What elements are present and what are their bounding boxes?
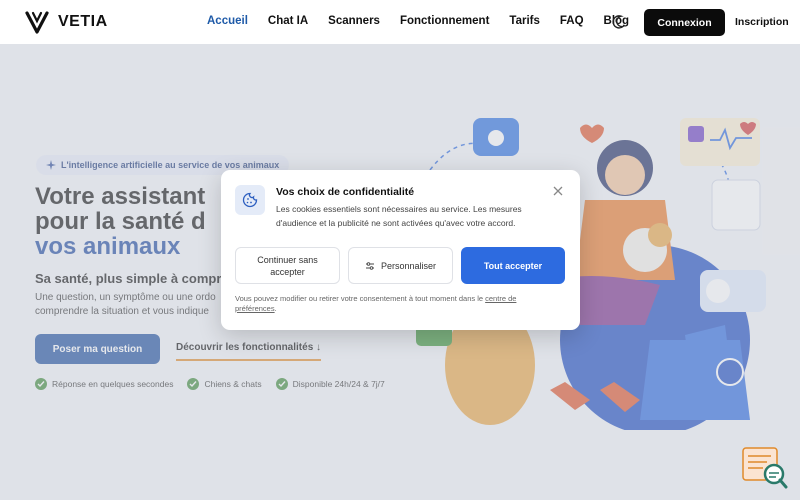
nav-fonctionnement[interactable]: Fonctionnement [400,15,489,27]
modal-text: Les cookies essentiels sont nécessaires … [276,204,522,228]
sliders-icon [365,261,374,270]
site-header: VETIA Accueil Chat IA Scanners Fonctionn… [0,0,800,44]
nav-tarifs[interactable]: Tarifs [509,15,539,27]
close-icon[interactable] [552,185,564,197]
cookie-icon [235,185,265,215]
nav-accueil[interactable]: Accueil [207,15,248,27]
accept-all-button[interactable]: Tout accepter [461,247,565,284]
logo-v-icon [25,11,49,34]
logo[interactable]: VETIA [24,9,108,35]
logo-text: VETIA [58,13,108,30]
customize-button[interactable]: Personnaliser [348,247,453,284]
customize-label: Personnaliser [380,260,437,271]
cookie-consent-modal: Vos choix de confidentialité Les cookies… [221,170,580,330]
nav-chat-ia[interactable]: Chat IA [268,15,308,27]
modal-footer: Vous pouvez modifier ou retirer votre co… [235,294,555,314]
modal-footer-end: . [274,304,277,313]
continue-without-accepting-button[interactable]: Continuer sans accepter [235,247,340,284]
moon-icon[interactable] [612,14,628,30]
main-nav: Accueil Chat IA Scanners Fonctionnement … [207,15,649,27]
search-doc-icon[interactable] [741,446,789,490]
signup-button[interactable]: Inscription [735,16,789,28]
login-button[interactable]: Connexion [644,9,725,36]
modal-title: Vos choix de confidentialité [276,186,415,198]
modal-footer-text: Vous pouvez modifier ou retirer votre co… [235,294,486,303]
nav-scanners[interactable]: Scanners [328,15,380,27]
nav-faq[interactable]: FAQ [560,15,584,27]
